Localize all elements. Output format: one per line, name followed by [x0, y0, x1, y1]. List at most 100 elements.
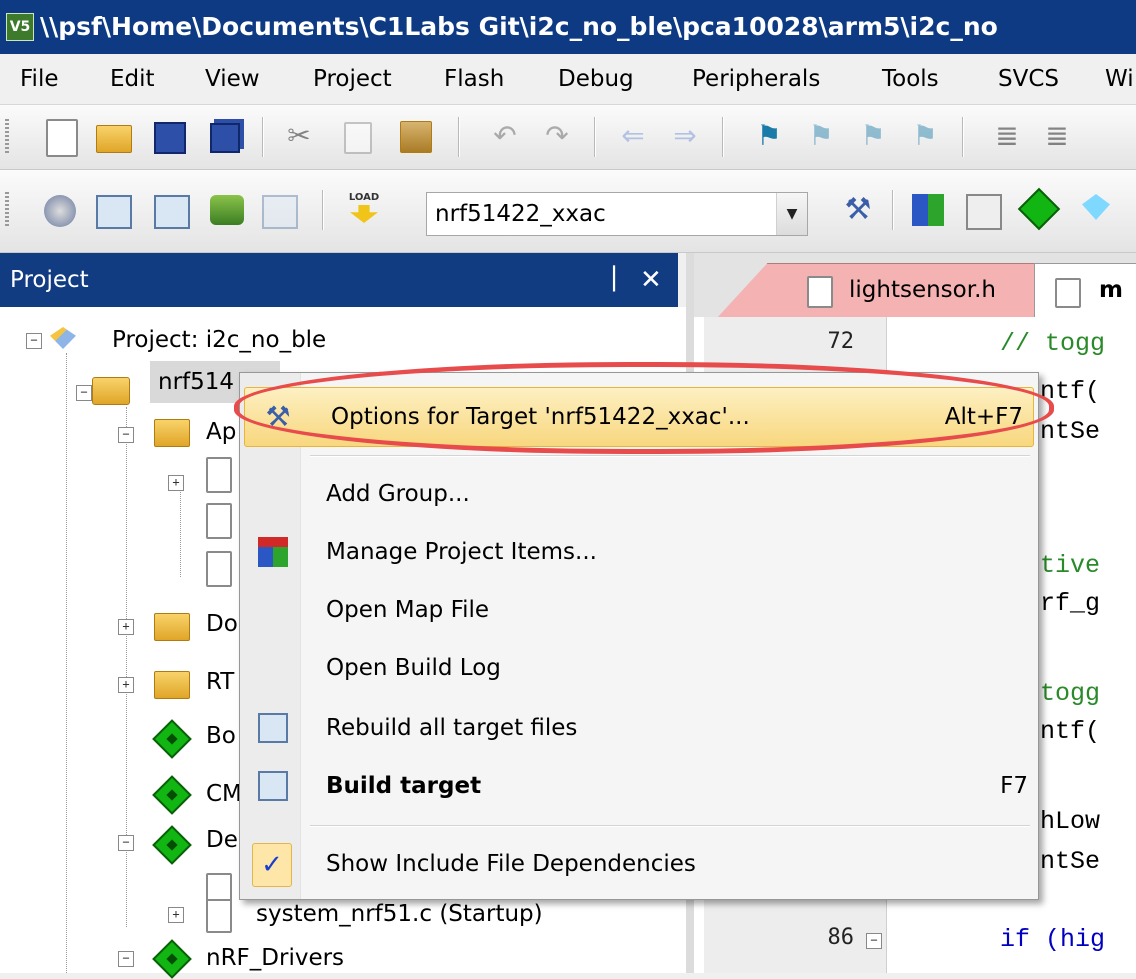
collapse-toggle[interactable]: − [26, 333, 42, 349]
dropdown-arrow-icon[interactable]: ▼ [776, 193, 807, 235]
menu-file[interactable]: File [20, 54, 59, 104]
menu-item-label: Open Map File [326, 597, 490, 623]
checkmark-icon: ✓ [252, 843, 292, 887]
tree-item-component[interactable]: CM [206, 779, 242, 809]
navigate-forward-icon[interactable]: ⇒ [668, 119, 702, 153]
clear-bookmarks-icon[interactable]: ⚑ [908, 119, 942, 153]
tree-item-project[interactable]: Project: i2c_no_ble [112, 325, 326, 355]
pack-installer-icon[interactable] [1082, 194, 1110, 220]
component-icon [152, 775, 192, 815]
menu-item-show-include-deps[interactable]: ✓ Show Include File Dependencies [240, 835, 1038, 893]
open-file-icon[interactable] [96, 125, 132, 153]
save-icon[interactable] [154, 122, 186, 154]
menu-flash[interactable]: Flash [444, 54, 504, 104]
fold-toggle[interactable]: − [866, 933, 882, 949]
component-icon [152, 719, 192, 759]
tab-main-c[interactable]: m [1034, 263, 1136, 319]
menu-item-open-build-log[interactable]: Open Build Log [240, 639, 1038, 697]
rebuild-icon[interactable] [154, 195, 190, 229]
toolbar-grip[interactable] [5, 119, 9, 155]
manage-project-items-icon[interactable] [912, 194, 944, 226]
toolbar-separator [322, 190, 324, 230]
tree-item-group[interactable]: Ap [206, 417, 236, 447]
collapse-toggle[interactable]: − [118, 427, 134, 443]
folder-open-icon [154, 419, 190, 447]
code-line: togg [1040, 679, 1101, 708]
toolbar-separator [962, 117, 964, 157]
prev-bookmark-icon[interactable]: ⚑ [804, 119, 838, 153]
expand-toggle[interactable]: + [168, 475, 184, 491]
tree-item-group[interactable]: RT [206, 667, 234, 697]
load-download-icon[interactable]: LOAD [346, 192, 382, 230]
menu-debug[interactable]: Debug [558, 54, 634, 104]
expand-toggle[interactable]: + [118, 619, 134, 635]
tree-item-group[interactable]: Do [206, 609, 238, 639]
toolbar-separator [594, 117, 596, 157]
select-packs-icon[interactable] [966, 194, 1002, 230]
load-label: LOAD [348, 192, 380, 203]
folder-icon [154, 671, 190, 699]
menu-item-label: Manage Project Items... [326, 539, 597, 565]
redo-icon[interactable]: ↷ [540, 119, 574, 153]
pin-icon[interactable]: ▕ [598, 253, 615, 307]
build-icon[interactable] [96, 195, 132, 229]
copy-icon[interactable] [344, 122, 372, 154]
options-for-target-toolbar-icon[interactable]: ⚒ [840, 192, 876, 228]
c-file-icon [206, 457, 232, 493]
tree-item-component[interactable]: De [206, 825, 238, 855]
title-bar: V5 \\psf\Home\Documents\C1Labs Git\i2c_n… [0, 0, 1136, 54]
menu-item-label: Open Build Log [326, 655, 501, 681]
project-icon [50, 327, 76, 349]
paste-icon[interactable] [400, 121, 432, 153]
tree-item-component[interactable]: nRF_Drivers [206, 943, 344, 973]
menu-svcs[interactable]: SVCS [998, 54, 1059, 104]
collapse-toggle[interactable]: − [76, 385, 92, 401]
file-icon [206, 899, 232, 933]
menu-item-label: Build target [326, 773, 482, 799]
menu-bar: File Edit View Project Flash Debug Perip… [0, 54, 1136, 105]
menu-item-build-target[interactable]: Build target F7 [240, 757, 1038, 815]
build-icon [258, 771, 288, 801]
new-file-icon[interactable] [46, 119, 78, 157]
navigate-back-icon[interactable]: ⇐ [616, 119, 650, 153]
close-icon[interactable]: ✕ [640, 253, 662, 307]
target-select[interactable]: nrf51422_xxac ▼ [426, 192, 808, 236]
project-pane-title: Project [10, 267, 89, 293]
menu-item-label: Show Include File Dependencies [326, 851, 696, 877]
undo-icon[interactable]: ↶ [488, 119, 522, 153]
cut-icon[interactable]: ✂ [282, 119, 316, 153]
menu-item-add-group[interactable]: Add Group... [240, 465, 1038, 523]
expand-toggle[interactable]: + [118, 677, 134, 693]
stop-build-icon[interactable] [262, 195, 298, 229]
manage-rte-icon[interactable] [1017, 187, 1061, 231]
tab-lightsensor-h[interactable]: lightsensor.h [716, 263, 1038, 319]
collapse-toggle[interactable]: − [118, 835, 134, 851]
menu-item-open-map-file[interactable]: Open Map File [240, 581, 1038, 639]
batch-build-icon[interactable] [210, 195, 244, 225]
unindent-icon[interactable]: ≣ [1040, 119, 1074, 153]
target-select-value: nrf51422_xxac [435, 201, 606, 227]
menu-project[interactable]: Project [313, 54, 392, 104]
menu-edit[interactable]: Edit [110, 54, 155, 104]
menu-item-rebuild-all[interactable]: Rebuild all target files [240, 699, 1038, 757]
menu-tools[interactable]: Tools [882, 54, 939, 104]
translate-icon[interactable] [44, 195, 76, 227]
indent-icon[interactable]: ≣ [990, 119, 1024, 153]
menu-item-manage-project-items[interactable]: Manage Project Items... [240, 523, 1038, 581]
menu-view[interactable]: View [205, 54, 260, 104]
tree-item-component[interactable]: Bo [206, 721, 236, 751]
tree-item-target[interactable]: nrf514 [158, 367, 234, 397]
expand-toggle[interactable]: + [168, 907, 184, 923]
menu-window[interactable]: Wi [1105, 54, 1134, 104]
menu-item-options-for-target[interactable]: ⚒ Options for Target 'nrf51422_xxac'... … [244, 387, 1034, 447]
next-bookmark-icon[interactable]: ⚑ [856, 119, 890, 153]
tab-label: m [1099, 277, 1123, 303]
tree-item-file[interactable]: system_nrf51.c (Startup) [256, 899, 543, 929]
toolbar-grip[interactable] [5, 192, 9, 228]
save-all-icon[interactable] [210, 123, 240, 153]
bookmark-icon[interactable]: ⚑ [752, 119, 786, 153]
folder-icon [154, 613, 190, 641]
collapse-toggle[interactable]: − [118, 951, 134, 967]
menu-peripherals[interactable]: Peripherals [692, 54, 820, 104]
menu-item-label: Rebuild all target files [326, 715, 578, 741]
